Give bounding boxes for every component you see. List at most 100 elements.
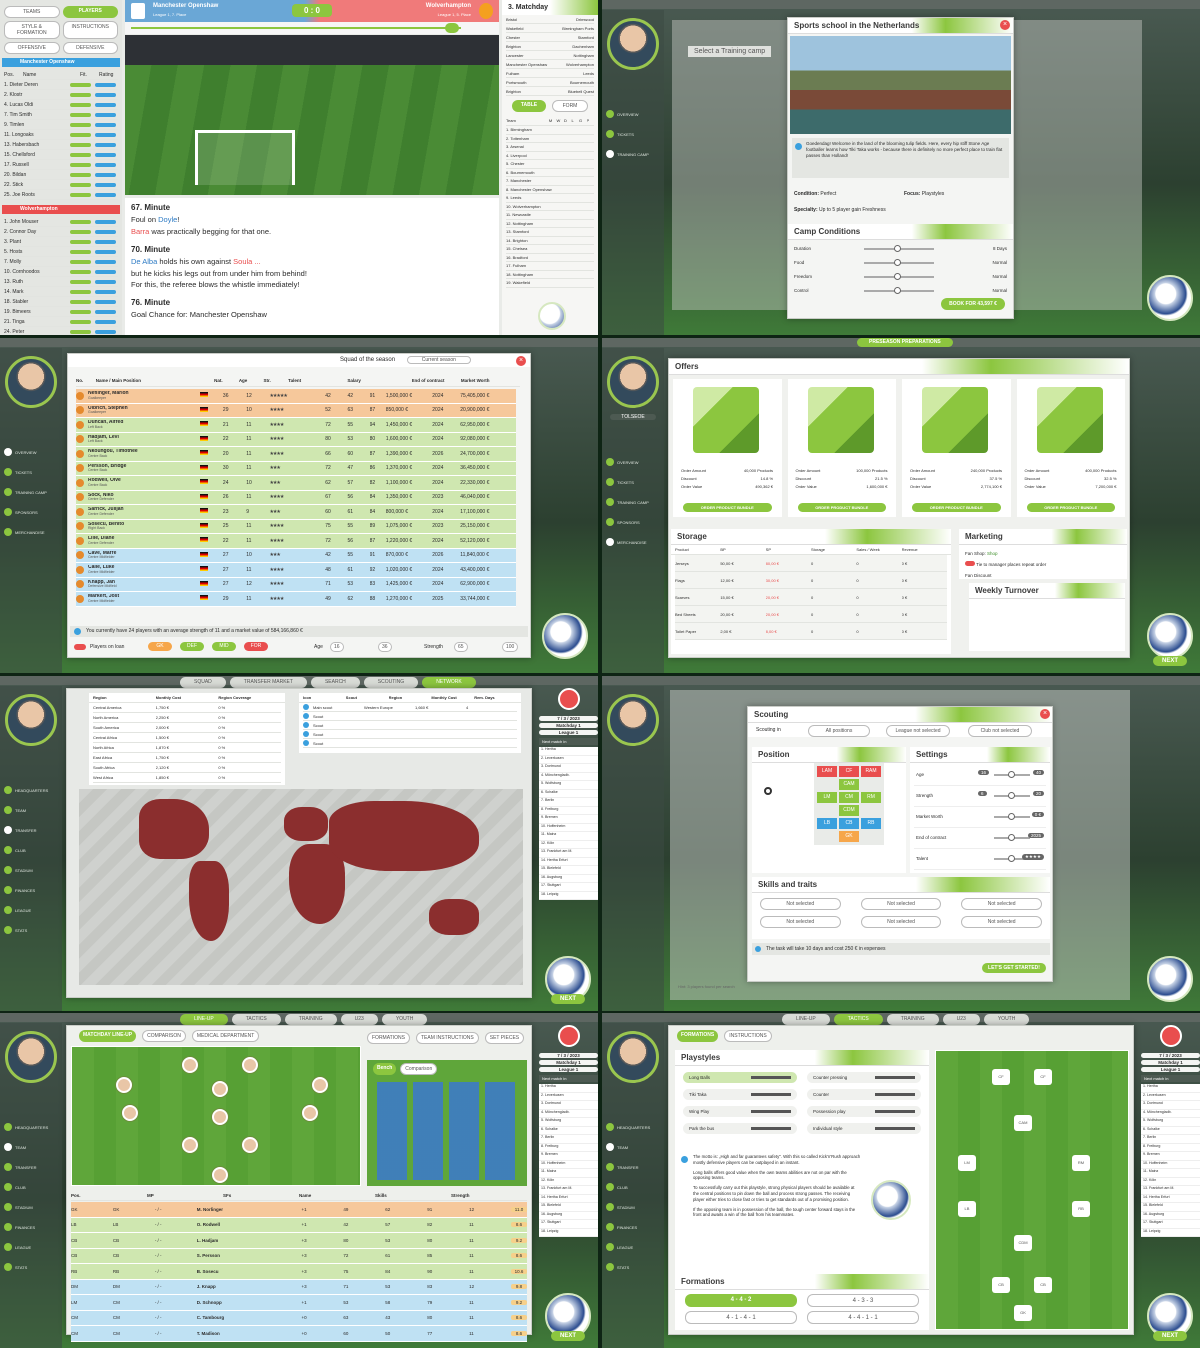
nav-icon[interactable] bbox=[4, 846, 12, 854]
nav-icon[interactable] bbox=[606, 1183, 614, 1191]
nav-item-transfer[interactable]: TRANSFER bbox=[617, 1165, 639, 1170]
nav-item-transfer[interactable]: TRANSFER bbox=[15, 1165, 37, 1170]
match-menu-button[interactable]: TEAMS bbox=[4, 6, 60, 18]
filter-gk[interactable]: GK bbox=[148, 642, 172, 651]
player-row[interactable]: 24. Peter bbox=[4, 327, 118, 335]
playstyle-long-balls[interactable]: Long Balls bbox=[683, 1072, 797, 1083]
player-token[interactable] bbox=[212, 1167, 228, 1183]
nav-icon[interactable] bbox=[4, 1223, 12, 1231]
slider-knob[interactable] bbox=[1008, 855, 1015, 862]
squad-player-row[interactable]: Neflinger, Marlon Goalkeeper 36 12 ★★★★★ 42 42… bbox=[76, 389, 516, 404]
skill-select[interactable]: Not selected bbox=[961, 898, 1042, 910]
nav-icon[interactable] bbox=[4, 468, 12, 476]
book-button[interactable]: BOOK FOR 43,597 € bbox=[941, 298, 1005, 310]
form-button[interactable]: FORM bbox=[552, 100, 588, 112]
scout-row[interactable]: Scout bbox=[303, 739, 517, 748]
lineup-row[interactable]: DM DM - / - J. Knapp +3 71 53 83 12 9.8 bbox=[71, 1279, 528, 1295]
nav-item-training-camp[interactable]: TRAINING CAMP bbox=[617, 500, 649, 505]
timeline-speed-button[interactable] bbox=[445, 23, 459, 33]
playstyle-wing-play[interactable]: Wing Play bbox=[683, 1106, 797, 1117]
nav-icon[interactable] bbox=[606, 1243, 614, 1251]
nav-icon[interactable] bbox=[606, 110, 614, 118]
order-bundle-button[interactable]: ORDER PRODUCT BUNDLE bbox=[912, 503, 1001, 512]
position-cb[interactable]: CB bbox=[839, 818, 859, 829]
nav-item-league[interactable]: LEAGUE bbox=[617, 1245, 633, 1250]
condition-slider[interactable] bbox=[864, 287, 934, 294]
slider-knob[interactable] bbox=[1008, 834, 1015, 841]
shirt-cf[interactable]: CF bbox=[992, 1069, 1010, 1085]
skill-select[interactable]: Not selected bbox=[961, 916, 1042, 928]
player-row[interactable]: 4. Lucas Oldi bbox=[4, 100, 118, 110]
start-scouting-button[interactable]: LET'S GET STARTED! bbox=[982, 963, 1046, 973]
nav-icon[interactable] bbox=[4, 1163, 12, 1171]
setting-slider[interactable] bbox=[994, 813, 1030, 820]
player-row[interactable]: 13. Ruth bbox=[4, 277, 118, 287]
nav-item-headquarters[interactable]: HEADQUARTERS bbox=[15, 788, 48, 793]
player-row[interactable]: 9. Timlen bbox=[4, 120, 118, 130]
shirt-rm[interactable]: RM bbox=[1072, 1155, 1090, 1171]
repeat-order-toggle[interactable] bbox=[965, 561, 975, 566]
tab-tactics[interactable]: TACTICS bbox=[833, 1014, 883, 1025]
lineup-row[interactable]: CB CB - / - L. Hadjam +3 80 53 80 11 9.2 bbox=[71, 1233, 528, 1249]
player-token[interactable] bbox=[116, 1077, 132, 1093]
lineup-row[interactable]: GK GK - / - M. Norlinger +1 49 62 91 12 11.0 bbox=[71, 1202, 528, 1218]
bench-tab-bench[interactable]: Bench bbox=[373, 1063, 397, 1075]
slider-knob[interactable] bbox=[1008, 771, 1015, 778]
nav-icon[interactable] bbox=[4, 1263, 12, 1271]
squad-player-row[interactable]: Sarrick, Julijan Centre Defender 23 9 ★★★ 60 6… bbox=[76, 505, 516, 520]
shirt-rb[interactable]: RB bbox=[1072, 1201, 1090, 1217]
nav-item-team[interactable]: TEAM bbox=[617, 1145, 628, 1150]
skill-select[interactable]: Not selected bbox=[760, 916, 841, 928]
lineup-row[interactable]: CM CM - / - T. Madison +0 60 50 77 11 8.6 bbox=[71, 1326, 528, 1342]
preseason-tab[interactable]: PRESEASON PREPARATIONS bbox=[857, 338, 953, 347]
nav-icon[interactable] bbox=[4, 906, 12, 914]
condition-slider[interactable] bbox=[864, 259, 934, 266]
nav-icon[interactable] bbox=[606, 150, 614, 158]
tab-search[interactable]: SEARCH bbox=[310, 677, 360, 688]
scout-row[interactable]: Scout bbox=[303, 721, 517, 730]
scout-row[interactable]: Scout bbox=[303, 712, 517, 721]
squad-player-row[interactable]: Calle, Luke Centre Midfielder 27 11 ★★★★ 48 61… bbox=[76, 563, 516, 578]
lineup-row[interactable]: RB RB - / - B. Sosecu +3 75 84 90 11 10.6 bbox=[71, 1264, 528, 1280]
nav-icon[interactable] bbox=[4, 886, 12, 894]
nav-item-stats[interactable]: STATS bbox=[15, 928, 27, 933]
subtab-formations[interactable]: FORMATIONS bbox=[677, 1030, 719, 1042]
player-row[interactable]: 19. Bimeers bbox=[4, 307, 118, 317]
position-cdm[interactable]: CDM bbox=[839, 805, 859, 816]
tab-u23[interactable]: U23 bbox=[340, 1014, 378, 1025]
tab-training[interactable]: TRAINING bbox=[284, 1014, 337, 1025]
nav-icon[interactable] bbox=[4, 508, 12, 516]
nav-icon[interactable] bbox=[606, 1143, 614, 1151]
nav-item-team[interactable]: TEAM bbox=[15, 808, 26, 813]
on-loan-toggle[interactable] bbox=[74, 644, 86, 650]
player-row[interactable]: 14. Mark bbox=[4, 287, 118, 297]
playstyle-park-the-bus[interactable]: Park the bus bbox=[683, 1123, 797, 1134]
season-select[interactable]: Current season bbox=[406, 356, 471, 364]
squad-player-row[interactable]: Ulbrich, Stephen Goalkeeper 29 10 ★★★★ 52 63 87… bbox=[76, 403, 516, 418]
nav-icon[interactable] bbox=[4, 1183, 12, 1191]
squad-player-row[interactable]: Markert, Jost Centre Midfielder 29 11 ★★★★ 49… bbox=[76, 592, 516, 607]
nav-item-stadium[interactable]: STADIUM bbox=[15, 1205, 33, 1210]
squad-player-row[interactable]: Nkoungou, Timothée Centre Back 20 11 ★★★★ 66 6… bbox=[76, 447, 516, 462]
nav-icon[interactable] bbox=[4, 528, 12, 536]
squad-player-row[interactable]: Lille, Diane Centre Defender 22 11 ★★★★ 72 56 8… bbox=[76, 534, 516, 549]
order-bundle-button[interactable]: ORDER PRODUCT BUNDLE bbox=[1026, 503, 1115, 512]
setting-value[interactable]: 40 bbox=[1032, 770, 1044, 775]
nav-item-stats[interactable]: STATS bbox=[617, 1265, 629, 1270]
next-button[interactable]: NEXT bbox=[1153, 1331, 1187, 1341]
match-timeline[interactable] bbox=[125, 22, 499, 34]
nav-item-league[interactable]: LEAGUE bbox=[15, 908, 31, 913]
nav-item-club[interactable]: CLUB bbox=[15, 848, 26, 853]
position-gk[interactable]: GK bbox=[839, 831, 859, 842]
nav-item-tickets[interactable]: TICKETS bbox=[617, 480, 634, 485]
player-row[interactable]: 1. John Mouser bbox=[4, 217, 118, 227]
tab-youth[interactable]: YOUTH bbox=[983, 1014, 1030, 1025]
next-button[interactable]: NEXT bbox=[551, 1331, 585, 1341]
lineup-row[interactable]: CM CM - / - C. Tambourg +0 63 43 80 11 8.6 bbox=[71, 1310, 528, 1326]
order-bundle-button[interactable]: ORDER PRODUCT BUNDLE bbox=[683, 503, 772, 512]
nav-icon[interactable] bbox=[606, 1163, 614, 1171]
match-menu-button[interactable]: STYLE & FORMATION bbox=[4, 21, 60, 39]
player-row[interactable]: 2. Connor Day bbox=[4, 227, 118, 237]
option-set-pieces[interactable]: SET PIECES bbox=[484, 1032, 525, 1044]
formation-4411[interactable]: 4 - 4 - 1 - 1 bbox=[807, 1311, 919, 1324]
